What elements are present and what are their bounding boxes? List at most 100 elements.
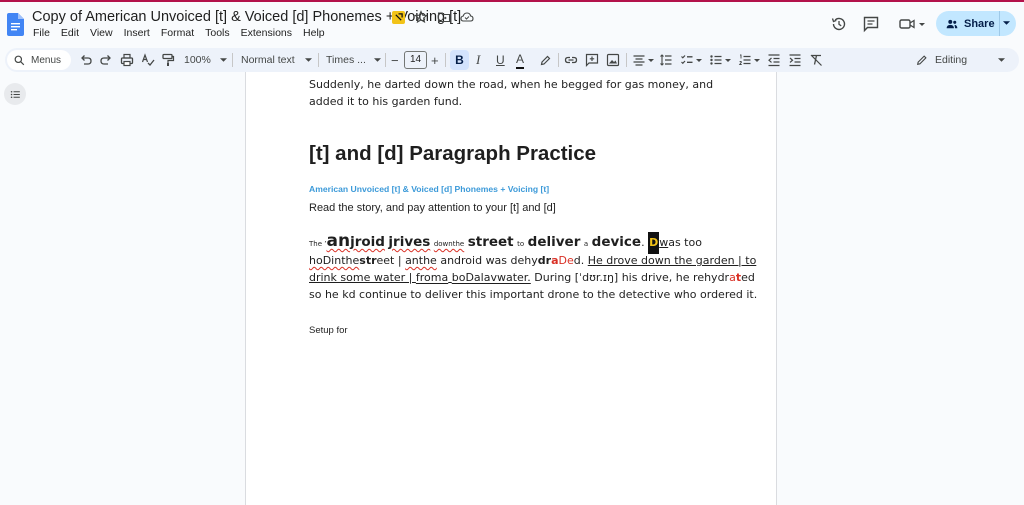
title-bar: Copy of American Unvoiced [t] & Voiced […	[0, 2, 1024, 46]
clear-formatting-icon[interactable]	[809, 48, 823, 72]
text-cursor-selection[interactable]: D	[648, 232, 660, 254]
docs-logo-icon[interactable]	[7, 13, 24, 36]
redo-icon[interactable]	[99, 48, 113, 72]
instruction-text[interactable]: Read the story, and pay attention to you…	[309, 202, 556, 214]
align-icon[interactable]	[632, 48, 654, 72]
story-str: str	[359, 254, 377, 267]
chevron-down-icon[interactable]	[918, 15, 926, 33]
search-menus[interactable]: Menus	[7, 50, 71, 70]
story-d: d.	[573, 254, 588, 267]
font-value: Times ...	[326, 54, 366, 66]
font-size-decrease[interactable]: −	[391, 48, 399, 72]
checklist-icon[interactable]	[680, 48, 702, 72]
menu-view[interactable]: View	[90, 27, 113, 39]
story-as-too: as too	[668, 236, 702, 249]
zoom-select[interactable]: 100%	[184, 48, 227, 72]
pencil-icon	[916, 54, 928, 66]
editing-mode-select[interactable]: Editing	[916, 48, 1006, 72]
print-icon[interactable]	[120, 48, 134, 72]
badge-icon[interactable]	[392, 10, 405, 24]
story-a: a	[583, 240, 589, 248]
style-value: Normal text	[241, 54, 295, 66]
increase-indent-icon[interactable]	[788, 48, 802, 72]
story-android: android was dehy	[436, 254, 538, 267]
history-icon[interactable]	[830, 15, 848, 33]
story-street: street	[467, 234, 514, 250]
menu-format[interactable]: Format	[161, 27, 194, 39]
font-chevron-icon	[373, 57, 381, 63]
story-deliver: deliver	[527, 234, 581, 250]
story-froma: froma	[415, 271, 449, 284]
toolbar-divider	[558, 53, 559, 67]
add-comment-icon[interactable]	[585, 48, 599, 72]
story-De: De	[558, 254, 574, 267]
story-an: an	[326, 231, 351, 251]
share-divider	[999, 11, 1000, 36]
decrease-indent-icon[interactable]	[767, 48, 781, 72]
spellcheck-icon[interactable]	[141, 48, 155, 72]
toolbar: Menus 100% Normal text Times ... − 14 + …	[5, 48, 1019, 72]
style-select[interactable]: Normal text	[241, 48, 312, 72]
share-dropdown-icon[interactable]	[1003, 20, 1010, 26]
toolbar-divider	[232, 53, 233, 67]
italic-button[interactable]: I	[476, 48, 480, 72]
paint-format-icon[interactable]	[161, 48, 175, 72]
zoom-value: 100%	[184, 54, 211, 66]
setup-text[interactable]: Setup for	[309, 325, 348, 336]
heading-practice[interactable]: [t] and [d] Paragraph Practice	[309, 142, 596, 166]
paragraph-1[interactable]: Suddenly, he darted down the road, when …	[309, 76, 719, 110]
menu-insert[interactable]: Insert	[124, 27, 150, 39]
outline-icon	[10, 89, 21, 100]
link-icon[interactable]	[564, 48, 578, 72]
text-color-button[interactable]: A	[516, 50, 525, 69]
story-w: w	[659, 236, 669, 249]
font-select[interactable]: Times ...	[326, 48, 381, 72]
subtitle[interactable]: American Unvoiced [t] & Voiced [d] Phone…	[309, 184, 549, 194]
share-people-icon	[946, 18, 958, 30]
story-line-2: hoDinthestreet | anthe android was dehyd…	[309, 252, 756, 269]
menu-bar: File Edit View Insert Format Tools Exten…	[33, 27, 336, 39]
story-a-red-2: a	[729, 271, 736, 284]
share-button[interactable]: Share	[936, 11, 1016, 36]
zoom-chevron-icon	[219, 57, 227, 63]
font-size-increase[interactable]: +	[431, 48, 439, 72]
story-line-1: The ’anjroid jrives downthe street to de…	[309, 230, 729, 254]
toolbar-divider	[385, 53, 386, 67]
comments-icon[interactable]	[862, 15, 880, 33]
align-chevron-icon	[648, 58, 654, 63]
font-size-input[interactable]: 14	[404, 51, 427, 69]
menu-tools[interactable]: Tools	[205, 27, 230, 39]
meet-icon[interactable]	[898, 15, 916, 33]
undo-icon[interactable]	[79, 48, 93, 72]
menu-edit[interactable]: Edit	[61, 27, 79, 39]
menu-help[interactable]: Help	[303, 27, 325, 39]
document-outline-button[interactable]	[4, 83, 26, 105]
insert-image-icon[interactable]	[606, 48, 620, 72]
menu-file[interactable]: File	[33, 27, 50, 39]
numbered-list-icon[interactable]	[738, 48, 760, 72]
bulleted-list-icon[interactable]	[709, 48, 731, 72]
story-period: .	[641, 236, 645, 249]
search-icon	[14, 55, 25, 66]
cloud-status-icon[interactable]	[460, 10, 474, 24]
editing-chevron-icon	[998, 57, 1006, 63]
story-paragraph[interactable]: The ’anjroid jrives downthe street to de…	[309, 230, 757, 303]
menu-extensions[interactable]: Extensions	[241, 27, 292, 39]
story-last: so he kd continue to deliver this import…	[309, 288, 758, 301]
search-menus-label: Menus	[31, 54, 62, 66]
highlight-icon[interactable]	[538, 48, 552, 72]
numbers-chevron-icon	[754, 58, 760, 63]
underline-button[interactable]: U	[496, 48, 505, 72]
story-dr: dr	[537, 254, 552, 267]
story-drove: He drove down the garden | to	[587, 254, 757, 267]
bold-button[interactable]: B	[450, 50, 469, 70]
story-drink: drink some water |	[309, 271, 416, 284]
style-chevron-icon	[304, 57, 312, 63]
toolbar-divider	[626, 53, 627, 67]
move-folder-icon[interactable]	[437, 10, 451, 24]
line-spacing-icon[interactable]	[659, 48, 673, 72]
editing-mode-label: Editing	[935, 54, 968, 66]
story-hodinthe: hoDinthe	[309, 254, 360, 267]
star-icon[interactable]	[414, 10, 428, 24]
document-page[interactable]: Suddenly, he darted down the road, when …	[245, 72, 777, 505]
